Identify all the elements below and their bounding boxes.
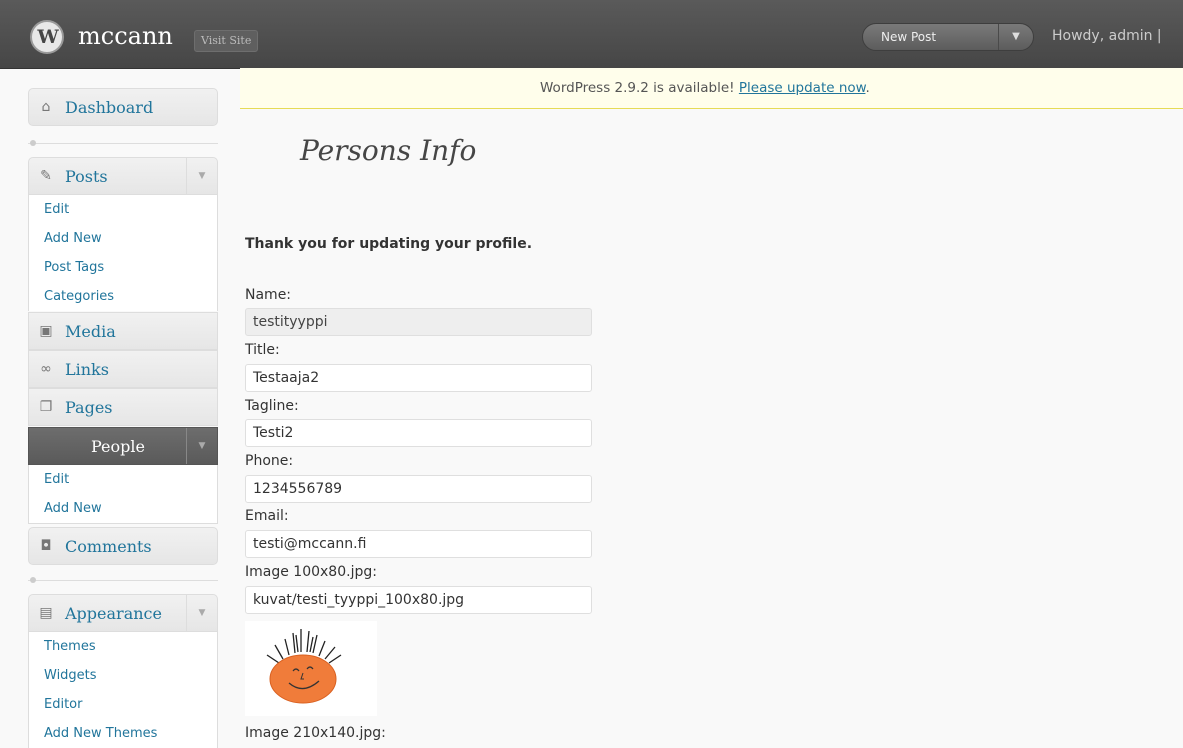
image-100x80-field[interactable]: kuvat/testi_tyyppi_100x80.jpg bbox=[245, 586, 592, 614]
name-field: testityyppi bbox=[245, 308, 592, 336]
pushpin-icon: ✎ bbox=[40, 168, 52, 184]
update-notice-text: WordPress 2.9.2 is available! bbox=[540, 80, 739, 96]
menu-media-label: Media bbox=[65, 322, 116, 341]
comment-icon: ◘ bbox=[40, 538, 52, 554]
wordpress-logo-icon[interactable]: W bbox=[30, 20, 64, 54]
menu-pages-label: Pages bbox=[65, 398, 113, 417]
profile-image bbox=[245, 621, 377, 716]
visit-site-button[interactable]: Visit Site bbox=[194, 30, 259, 52]
submenu-post-tags[interactable]: Post Tags bbox=[29, 253, 217, 282]
appearance-icon: ▤ bbox=[39, 605, 53, 621]
separator-handle-icon[interactable] bbox=[30, 140, 36, 146]
submenu-editor[interactable]: Editor bbox=[29, 690, 217, 719]
submenu-people-add-new[interactable]: Add New bbox=[29, 494, 217, 523]
email-field[interactable]: testi@mccann.fi bbox=[245, 530, 592, 558]
submenu-posts-add-new[interactable]: Add New bbox=[29, 224, 217, 253]
menu-media[interactable]: ▣ Media bbox=[28, 312, 218, 350]
success-message: Thank you for updating your profile. bbox=[245, 236, 533, 252]
name-label: Name: bbox=[245, 287, 292, 303]
menu-people-label: People bbox=[91, 437, 145, 456]
submenu-add-new-themes[interactable]: Add New Themes bbox=[29, 719, 217, 748]
chevron-down-icon[interactable]: ▼ bbox=[998, 24, 1033, 50]
appearance-submenu: Themes Widgets Editor Add New Themes bbox=[28, 632, 218, 748]
menu-pages[interactable]: ❐ Pages bbox=[28, 388, 218, 426]
site-name: mccann bbox=[78, 22, 173, 50]
menu-separator bbox=[28, 580, 218, 581]
smiley-face-icon bbox=[266, 629, 342, 704]
separator-handle-icon[interactable] bbox=[30, 577, 36, 583]
title-field[interactable]: Testaaja2 bbox=[245, 364, 592, 392]
menu-dashboard-label: Dashboard bbox=[65, 98, 154, 117]
home-icon: ⌂ bbox=[41, 99, 51, 115]
people-submenu: Edit Add New bbox=[28, 465, 218, 524]
menu-separator bbox=[28, 143, 218, 144]
phone-label: Phone: bbox=[245, 453, 294, 469]
update-now-link[interactable]: Please update now bbox=[739, 80, 866, 96]
update-notice-end: . bbox=[865, 80, 870, 96]
menu-toggle-icon[interactable]: ▼ bbox=[186, 595, 217, 631]
media-icon: ▣ bbox=[39, 323, 53, 339]
new-post-dropdown[interactable]: New Post ▼ bbox=[862, 23, 1034, 51]
menu-links[interactable]: ∞ Links bbox=[28, 350, 218, 388]
menu-people[interactable]: People ▼ bbox=[28, 427, 218, 465]
submenu-posts-edit[interactable]: Edit bbox=[29, 195, 217, 224]
menu-toggle-icon[interactable]: ▼ bbox=[186, 428, 217, 464]
phone-field[interactable]: 1234556789 bbox=[245, 475, 592, 503]
image-100x80-label: Image 100x80.jpg: bbox=[245, 564, 377, 580]
tagline-label: Tagline: bbox=[245, 398, 299, 414]
menu-appearance[interactable]: ▤ Appearance ▼ bbox=[28, 594, 218, 632]
submenu-categories[interactable]: Categories bbox=[29, 282, 217, 311]
menu-posts[interactable]: ✎ Posts ▼ bbox=[28, 157, 218, 195]
menu-toggle-icon[interactable]: ▼ bbox=[186, 158, 217, 194]
user-greeting: Howdy, admin | bbox=[1052, 28, 1162, 44]
image-210x140-label: Image 210x140.jpg: bbox=[245, 725, 386, 741]
email-label: Email: bbox=[245, 508, 289, 524]
menu-comments-label: Comments bbox=[65, 537, 152, 556]
pages-icon: ❐ bbox=[39, 399, 53, 415]
update-notice: WordPress 2.9.2 is available! Please upd… bbox=[240, 68, 1183, 109]
menu-appearance-label: Appearance bbox=[65, 604, 162, 623]
menu-dashboard[interactable]: ⌂ Dashboard bbox=[28, 88, 218, 126]
page-title: Persons Info bbox=[300, 134, 477, 167]
new-post-button[interactable]: New Post bbox=[881, 30, 936, 44]
tagline-field[interactable]: Testi2 bbox=[245, 419, 592, 447]
title-label: Title: bbox=[245, 342, 280, 358]
link-icon: ∞ bbox=[40, 361, 52, 377]
menu-comments[interactable]: ◘ Comments bbox=[28, 527, 218, 565]
admin-header: W mccann Visit Site New Post ▼ Howdy, ad… bbox=[0, 0, 1183, 69]
menu-links-label: Links bbox=[65, 360, 109, 379]
posts-submenu: Edit Add New Post Tags Categories bbox=[28, 195, 218, 311]
menu-posts-label: Posts bbox=[65, 167, 108, 186]
submenu-themes[interactable]: Themes bbox=[29, 632, 217, 661]
submenu-widgets[interactable]: Widgets bbox=[29, 661, 217, 690]
submenu-people-edit[interactable]: Edit bbox=[29, 465, 217, 494]
